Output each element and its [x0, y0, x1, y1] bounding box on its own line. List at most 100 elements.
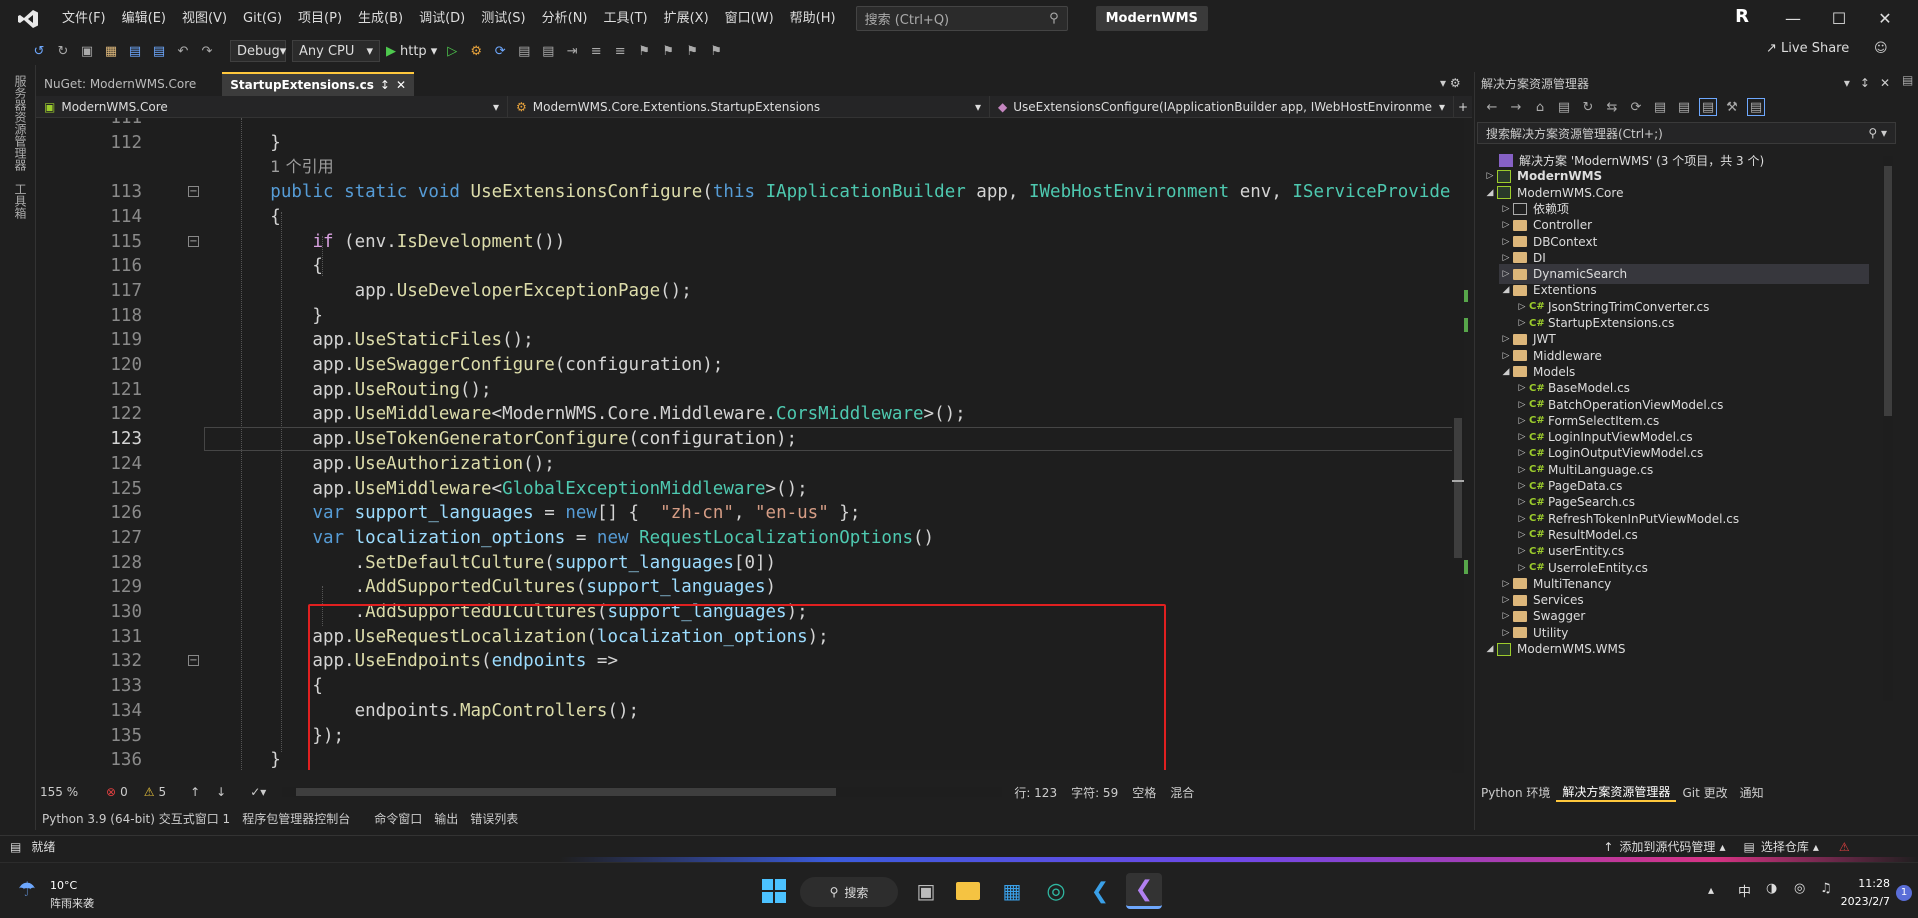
- refresh-icon[interactable]: ⟳: [491, 42, 509, 60]
- expanded-arrow-icon[interactable]: ◢: [1499, 285, 1513, 295]
- redo-icon[interactable]: ↷: [198, 42, 216, 60]
- run-button[interactable]: ▶ http ▾: [386, 44, 437, 59]
- platform-select[interactable]: Any CPU ▾: [292, 40, 380, 62]
- tab-python-env[interactable]: Python 环境: [1475, 784, 1556, 801]
- add-source-control[interactable]: 添加到源代码管理: [1619, 838, 1715, 855]
- back-icon[interactable]: ↺: [30, 42, 48, 60]
- collapsed-arrow-icon[interactable]: ▷: [1499, 579, 1513, 589]
- server-explorer-tab[interactable]: 服务器资源管理器: [12, 75, 29, 171]
- start-menu-icon[interactable]: [756, 873, 792, 909]
- collapsed-arrow-icon[interactable]: ▷: [1515, 302, 1529, 312]
- code-cleanup-icon[interactable]: ✓▾: [250, 785, 266, 799]
- volume-icon[interactable]: ♫: [1820, 881, 1832, 896]
- expanded-arrow-icon[interactable]: ◢: [1483, 644, 1497, 654]
- pin-icon[interactable]: ↕: [380, 78, 390, 92]
- step-icon[interactable]: ⇥: [563, 42, 581, 60]
- collapsed-arrow-icon[interactable]: ▷: [1515, 530, 1529, 540]
- bookmark-clear-icon[interactable]: ⚑: [707, 42, 725, 60]
- collapsed-arrow-icon[interactable]: ▷: [1499, 204, 1513, 214]
- collapsed-arrow-icon[interactable]: ▷: [1515, 481, 1529, 491]
- menu-item[interactable]: 窗口(W): [717, 0, 782, 37]
- menu-item[interactable]: 帮助(H): [782, 0, 844, 37]
- line-number-status[interactable]: 行: 123: [1014, 784, 1057, 801]
- tree-scrollbar-thumb[interactable]: [1884, 166, 1892, 416]
- visual-studio-taskbar-icon[interactable]: ❮: [1126, 873, 1162, 909]
- collapsed-arrow-icon[interactable]: ▷: [1515, 432, 1529, 442]
- weather-desc[interactable]: 阵雨来袭: [50, 895, 94, 911]
- error-icon[interactable]: ⊗: [106, 785, 116, 799]
- up-arrow-icon[interactable]: ↑: [190, 785, 200, 799]
- tab-error-list[interactable]: 错误列表: [464, 810, 524, 827]
- notification-count[interactable]: 1: [1896, 885, 1912, 901]
- clock-date[interactable]: 2023/2/7: [1828, 895, 1890, 908]
- undo-icon[interactable]: ↶: [174, 42, 192, 60]
- tray-chevron-icon[interactable]: ▴: [1708, 883, 1714, 897]
- edge-icon[interactable]: ◎: [1038, 873, 1074, 909]
- sync-icon[interactable]: ⇆: [1603, 98, 1621, 116]
- class-dropdown[interactable]: ⚙ ModernWMS.Core.Extentions.StartupExtens…: [508, 95, 990, 118]
- collapse-all-icon[interactable]: ▤: [1651, 98, 1669, 116]
- show-all-files-icon[interactable]: ▤: [1675, 98, 1693, 116]
- live-share-button[interactable]: ↗ Live Share: [1766, 41, 1849, 56]
- collapsed-arrow-icon[interactable]: ▷: [1499, 253, 1513, 263]
- project-dropdown[interactable]: ▣ ModernWMS.Core ▾: [36, 95, 508, 118]
- collapsed-arrow-icon[interactable]: ▷: [1515, 546, 1529, 556]
- collapsed-arrow-icon[interactable]: ▷: [1499, 595, 1513, 605]
- expanded-arrow-icon[interactable]: ◢: [1499, 367, 1513, 377]
- hscroll-thumb[interactable]: [296, 788, 837, 796]
- pin-icon[interactable]: ↕: [1860, 76, 1870, 90]
- vscode-icon[interactable]: ❮: [1082, 873, 1118, 909]
- collapsed-arrow-icon[interactable]: ▷: [1499, 611, 1513, 621]
- bookmark-prev-icon[interactable]: ⚑: [659, 42, 677, 60]
- tab-python-interactive[interactable]: Python 3.9 (64-bit) 交互式窗口 1: [36, 810, 236, 827]
- file-explorer-icon[interactable]: [950, 873, 986, 909]
- bookmark-icon[interactable]: ⚑: [635, 42, 653, 60]
- collapsed-arrow-icon[interactable]: ▷: [1499, 334, 1513, 344]
- pending-changes-icon[interactable]: ↻: [1579, 98, 1597, 116]
- menu-item[interactable]: 测试(S): [473, 0, 533, 37]
- menu-item[interactable]: 分析(N): [534, 0, 596, 37]
- char-status[interactable]: 字符: 59: [1071, 784, 1118, 801]
- tab-package-manager-console[interactable]: 程序包管理器控制台: [236, 810, 356, 827]
- menu-item[interactable]: 扩展(X): [656, 0, 717, 37]
- bookmark-next-icon[interactable]: ⚑: [683, 42, 701, 60]
- ime-mode-icon[interactable]: ◑: [1766, 881, 1777, 896]
- maximize-button[interactable]: ☐: [1816, 0, 1862, 37]
- whitespace-status[interactable]: 空格: [1132, 784, 1156, 801]
- tab-git-changes[interactable]: Git 更改: [1676, 784, 1733, 801]
- preview-icon[interactable]: ▤: [1747, 98, 1765, 116]
- align-icon[interactable]: ≡: [587, 42, 605, 60]
- close-icon[interactable]: ✕: [396, 78, 406, 92]
- home-icon[interactable]: ⌂: [1531, 98, 1549, 116]
- split-icon[interactable]: +: [1454, 100, 1472, 114]
- clock-time[interactable]: 11:28: [1850, 877, 1890, 890]
- back-icon[interactable]: ←: [1483, 98, 1501, 116]
- menu-item[interactable]: Git(G): [235, 0, 290, 37]
- hot-reload-icon[interactable]: ⚙: [467, 42, 485, 60]
- account-avatar[interactable]: R: [1730, 6, 1754, 30]
- tree-scrollbar[interactable]: [1883, 156, 1893, 701]
- menu-item[interactable]: 调试(D): [411, 0, 473, 37]
- collapsed-arrow-icon[interactable]: ▷: [1499, 351, 1513, 361]
- collapsed-arrow-icon[interactable]: ▷: [1499, 628, 1513, 638]
- menu-item[interactable]: 文件(F): [54, 0, 114, 37]
- refresh-icon[interactable]: ⟳: [1627, 98, 1645, 116]
- fold-toggle-icon[interactable]: −: [188, 186, 199, 198]
- new-project-icon[interactable]: ▣: [78, 42, 96, 60]
- tab-output[interactable]: 输出: [428, 810, 464, 827]
- tab-dropdown-icon[interactable]: ▾ ⚙: [1440, 76, 1461, 90]
- tab-solution-explorer[interactable]: 解决方案资源管理器: [1556, 783, 1677, 802]
- tab-command-window[interactable]: 命令窗口: [368, 810, 428, 827]
- browse-icon[interactable]: ▤: [515, 42, 533, 60]
- toolbox-tab[interactable]: 工具箱: [12, 183, 29, 219]
- open-folder-icon[interactable]: ▦: [102, 42, 120, 60]
- expanded-arrow-icon[interactable]: ◢: [1483, 188, 1497, 198]
- collapsed-arrow-icon[interactable]: ▷: [1515, 563, 1529, 573]
- collapsed-arrow-icon[interactable]: ▷: [1499, 220, 1513, 230]
- start-without-debug-icon[interactable]: ▷: [443, 42, 461, 60]
- menu-item[interactable]: 视图(V): [174, 0, 235, 37]
- collapsed-arrow-icon[interactable]: ▷: [1515, 416, 1529, 426]
- forward-icon[interactable]: ↻: [54, 42, 72, 60]
- collapsed-arrow-icon[interactable]: ▷: [1515, 497, 1529, 507]
- dropdown-icon[interactable]: ▾: [1844, 76, 1850, 90]
